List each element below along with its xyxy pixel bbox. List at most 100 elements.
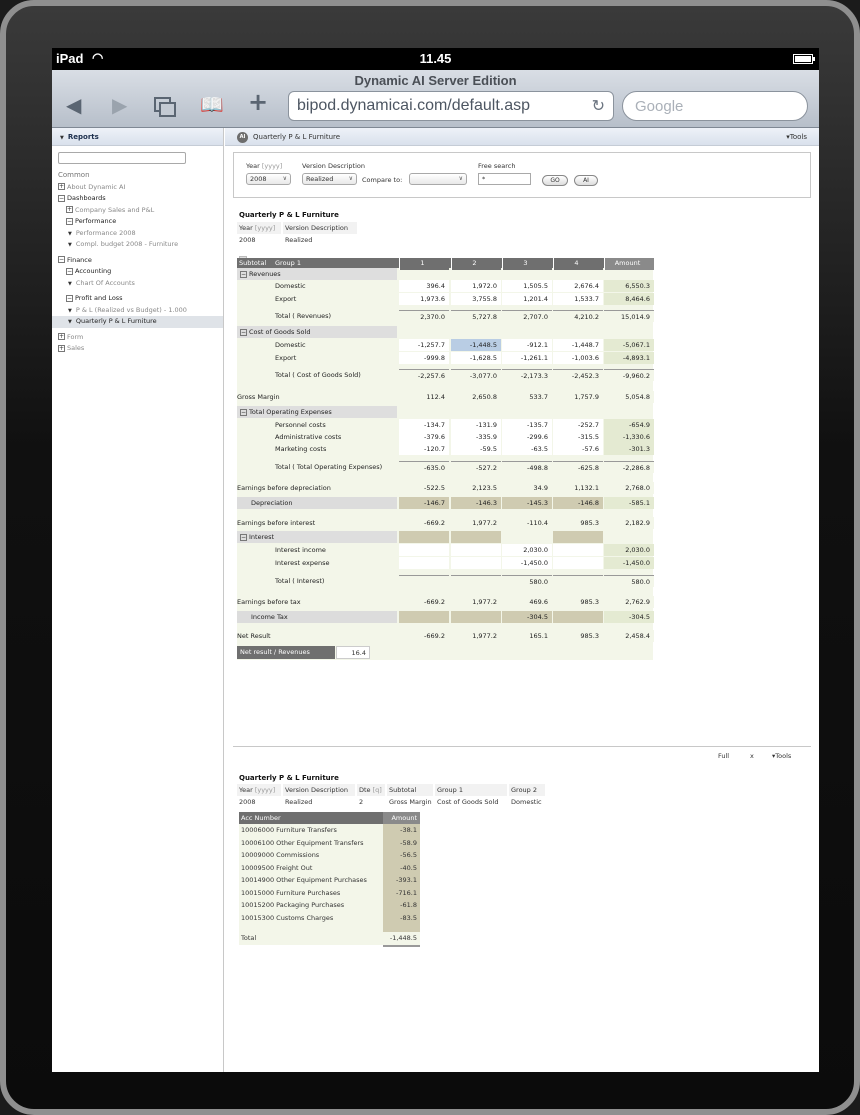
cell-opex-marketing-q1[interactable]: -120.7 <box>399 443 449 455</box>
net-result-revenues-value[interactable]: 16.4 <box>336 646 370 659</box>
cell-interest-income-q1[interactable] <box>399 544 449 556</box>
cell-ebi-q4[interactable]: 985.3 <box>553 517 603 529</box>
cell-revenues-domestic-q4[interactable]: 2,676.4 <box>553 280 603 292</box>
amount-cell[interactable]: -58.9 <box>383 836 420 849</box>
cell-opex-total-amount[interactable]: -2,286.8 <box>604 461 654 473</box>
cell-opex-total-q4[interactable]: -625.8 <box>553 461 603 473</box>
tree-item-about[interactable]: + About Dynamic AI <box>52 182 223 194</box>
collapse-icon[interactable]: − <box>58 194 65 202</box>
cell-ebd-q1[interactable]: -522.5 <box>399 482 449 494</box>
acc-number-cell[interactable]: 10009000 Commissions <box>241 849 319 862</box>
tree-item-finance[interactable]: − Finance <box>52 255 223 267</box>
cell-ebi-q3[interactable]: -110.4 <box>502 517 552 529</box>
cell-revenues-total-q4[interactable]: 4,210.2 <box>553 310 603 322</box>
cell-interest-income-q4[interactable] <box>553 544 603 556</box>
cell-revenues-domestic-q3[interactable]: 1,505.5 <box>502 280 552 292</box>
amount-cell[interactable]: -38.1 <box>383 824 420 837</box>
cell-cogs-export-q3[interactable]: -1,261.1 <box>502 352 552 364</box>
cell-net-result-q1[interactable]: -669.2 <box>399 630 449 642</box>
expand-icon[interactable]: + <box>66 206 73 213</box>
cell-opex-admin-amount[interactable]: -1,330.6 <box>604 431 654 443</box>
collapse-icon[interactable]: − <box>240 328 247 336</box>
cell-net-result-q3[interactable]: 165.1 <box>502 630 552 642</box>
collapse-icon[interactable]: − <box>66 217 73 225</box>
cell-gross-margin-q4[interactable]: 1,757.9 <box>553 391 603 403</box>
cell-cogs-export-q2[interactable]: -1,628.5 <box>451 352 501 364</box>
cell-interest-expense-q3[interactable]: -1,450.0 <box>502 557 552 569</box>
collapse-icon[interactable]: − <box>240 533 247 541</box>
cell-opex-admin-q2[interactable]: -335.9 <box>451 431 501 443</box>
tree-item-accounting[interactable]: − Accounting <box>52 266 223 278</box>
tree-item-sales[interactable]: + Sales <box>52 343 223 355</box>
collapse-icon[interactable]: − <box>240 408 247 416</box>
cell-cogs-total-q2[interactable]: -3,077.0 <box>451 369 501 381</box>
cell-ebd-q3[interactable]: 34.9 <box>502 482 552 494</box>
cell-opex-personnel-q3[interactable]: -135.7 <box>502 419 552 431</box>
tree-item-chart-of-accounts[interactable]: ▼ Chart Of Accounts <box>52 278 223 290</box>
cell-net-result-q2[interactable]: 1,977.2 <box>451 630 501 642</box>
ai-button[interactable]: AI <box>574 175 598 186</box>
free-search-input[interactable]: * <box>478 173 531 185</box>
cell-depreciation-q1[interactable]: -146.7 <box>399 497 449 509</box>
acc-number-cell[interactable]: 10009500 Freight Out <box>241 862 312 875</box>
tree-item-pl-realized-budget[interactable]: ▼ P & L (Realized vs Budget) - 1.000 <box>52 305 223 317</box>
cell-ebt-amount[interactable]: 2,762.9 <box>604 596 654 608</box>
cell-opex-total-q2[interactable]: -527.2 <box>451 461 501 473</box>
search-field[interactable]: Google <box>622 91 808 121</box>
group-label-opex[interactable]: − Total Operating Expenses <box>240 406 332 418</box>
cell-ebt-q4[interactable]: 985.3 <box>553 596 603 608</box>
sidebar-search-input[interactable] <box>58 152 186 164</box>
cell-interest-total-q2[interactable] <box>451 575 501 587</box>
version-select[interactable]: Realized ∨ <box>302 173 357 185</box>
group-label-interest[interactable]: − Interest <box>240 531 274 543</box>
cell-net-result-q4[interactable]: 985.3 <box>553 630 603 642</box>
acc-number-cell[interactable]: 10015000 Furniture Purchases <box>241 887 340 900</box>
bottom-tools-menu[interactable]: ▾Tools <box>772 752 791 760</box>
cell-income-tax-q1[interactable] <box>399 611 449 623</box>
collapse-icon[interactable]: − <box>66 267 73 275</box>
tree-item-dashboards[interactable]: − Dashboards <box>52 193 223 205</box>
cell-revenues-domestic-amount[interactable]: 6,550.3 <box>604 280 654 292</box>
cell-interest-expense-q4[interactable] <box>553 557 603 569</box>
cell-cogs-domestic-q1[interactable]: -1,257.7 <box>399 339 449 351</box>
cell-interest-expense-q2[interactable] <box>451 557 501 569</box>
expand-icon[interactable]: + <box>58 333 65 340</box>
cell-opex-total-q3[interactable]: -498.8 <box>502 461 552 473</box>
cell-revenues-domestic-q1[interactable]: 396.4 <box>399 280 449 292</box>
collapse-icon[interactable]: − <box>240 270 247 278</box>
sidebar-header[interactable]: ▼ Reports <box>52 128 223 146</box>
close-button[interactable]: x <box>750 752 754 760</box>
cell-revenues-export-q3[interactable]: 1,201.4 <box>502 293 552 305</box>
cell-interest-income-q3[interactable]: 2,030.0 <box>502 544 552 556</box>
cell-cogs-total-q4[interactable]: -2,452.3 <box>553 369 603 381</box>
cell-opex-marketing-q3[interactable]: -63.5 <box>502 443 552 455</box>
cell-cogs-export-q1[interactable]: -999.8 <box>399 352 449 364</box>
cell-revenues-total-q3[interactable]: 2,707.0 <box>502 310 552 322</box>
cell-depreciation-q4[interactable]: -146.8 <box>553 497 603 509</box>
cell-gross-margin-q1[interactable]: 112.4 <box>399 391 449 403</box>
cell-cogs-export-q4[interactable]: -1,003.6 <box>553 352 603 364</box>
amount-cell[interactable]: -40.5 <box>383 861 420 874</box>
cell-opex-admin-q1[interactable]: -379.6 <box>399 431 449 443</box>
cell-opex-total-q1[interactable]: -635.0 <box>399 461 449 473</box>
cell-cogs-domestic-q4[interactable]: -1,448.7 <box>553 339 603 351</box>
pages-icon[interactable] <box>154 97 176 117</box>
reload-icon[interactable]: ↻ <box>592 96 605 116</box>
cell-gross-margin-amount[interactable]: 5,054.8 <box>604 391 654 403</box>
cell-interest-expense-amount[interactable]: -1,450.0 <box>604 557 654 569</box>
cell-gross-margin-q2[interactable]: 2,650.8 <box>451 391 501 403</box>
cell-cogs-export-amount[interactable]: -4,893.1 <box>604 352 654 364</box>
cell-opex-marketing-q4[interactable]: -57.6 <box>553 443 603 455</box>
cell-opex-admin-q3[interactable]: -299.6 <box>502 431 552 443</box>
url-field[interactable]: bipod.dynamicai.com/default.asp ↻ <box>288 91 614 121</box>
tree-item-performance-2008[interactable]: ▼ Performance 2008 <box>52 228 223 240</box>
collapse-icon[interactable]: − <box>58 256 65 263</box>
cell-revenues-export-q1[interactable]: 1,973.6 <box>399 293 449 305</box>
acc-number-cell[interactable]: 10006000 Furniture Transfers <box>241 824 337 837</box>
group-label-cogs[interactable]: − Cost of Goods Sold <box>240 326 310 338</box>
tree-item-profit-loss[interactable]: − Profit and Loss <box>52 293 223 305</box>
cell-interest-total-q3[interactable]: 580.0 <box>502 575 552 587</box>
cell-interest-total-amount[interactable]: 580.0 <box>604 575 654 587</box>
amount-cell[interactable]: -393.1 <box>383 874 420 887</box>
cell-cogs-total-q3[interactable]: -2,173.3 <box>502 369 552 381</box>
